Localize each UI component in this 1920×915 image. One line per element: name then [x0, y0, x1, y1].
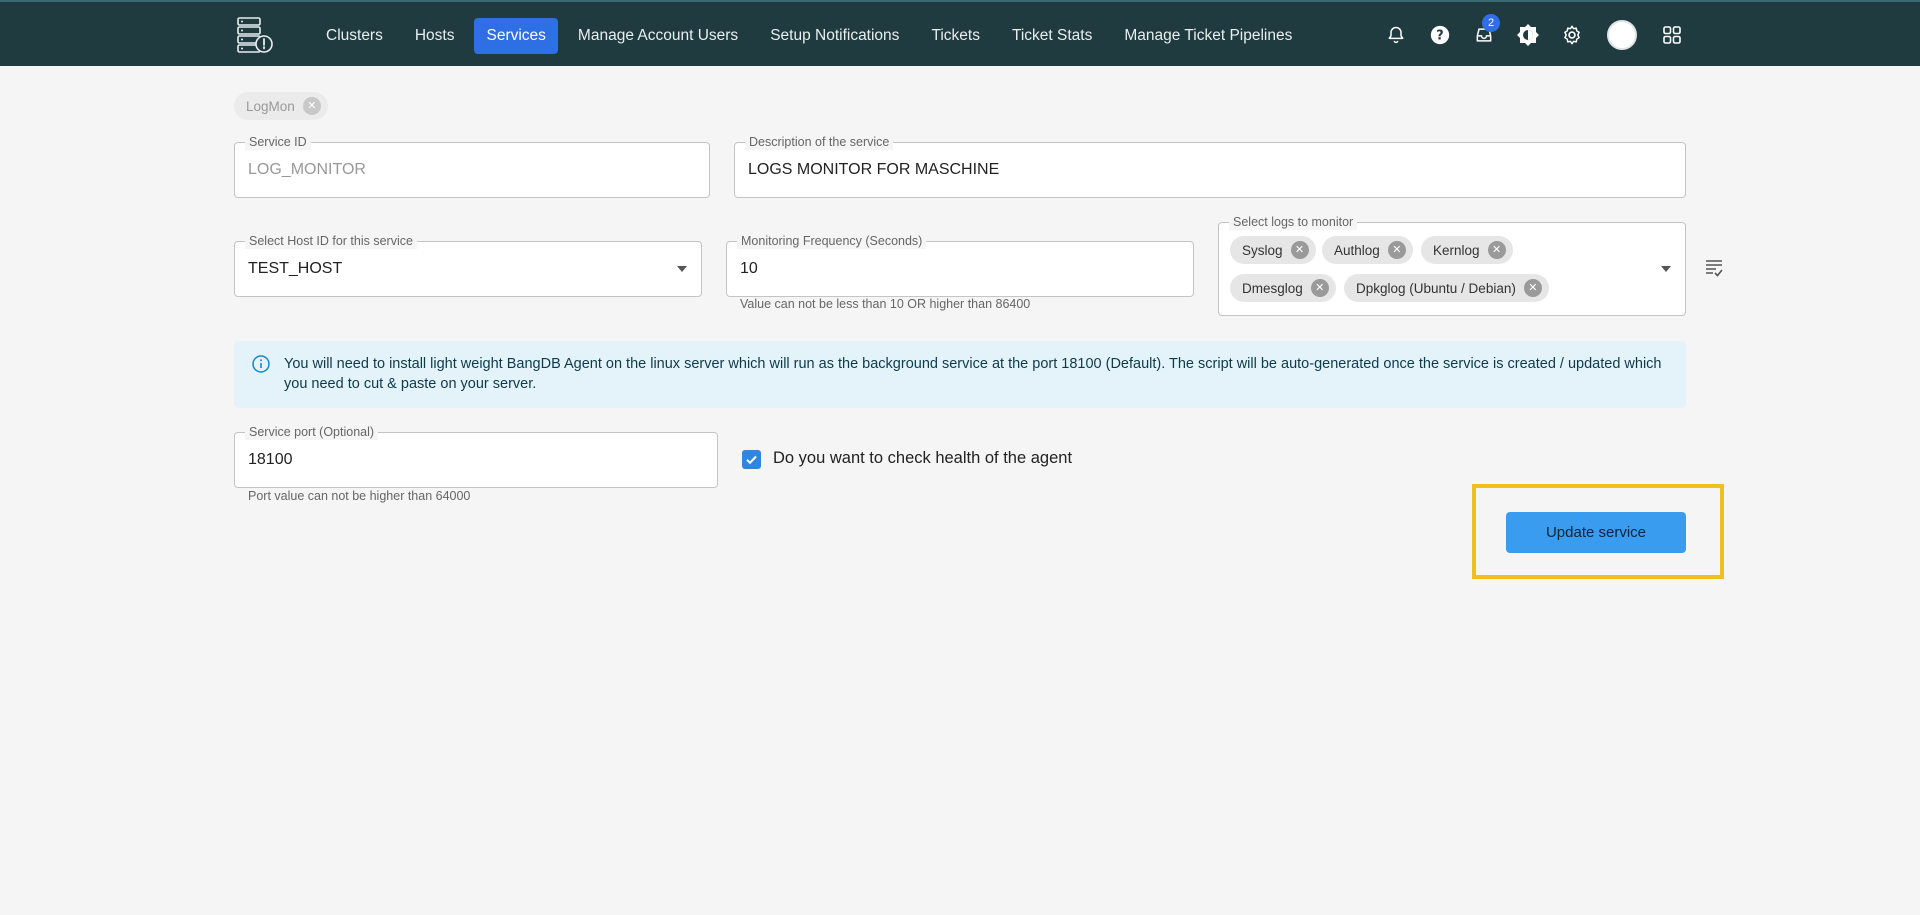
header-actions: ? 2	[1374, 14, 1694, 53]
service-port-field[interactable]: Service port (Optional) 18100	[234, 424, 718, 488]
service-id-value: LOG_MONITOR	[248, 161, 366, 178]
nav-setup-notifications[interactable]: Setup Notifications	[758, 18, 911, 54]
apps-grid-icon[interactable]	[1650, 17, 1694, 53]
log-chip-label: Syslog	[1242, 242, 1283, 258]
logs-label: Select logs to monitor	[1229, 214, 1358, 230]
theme-toggle-icon[interactable]	[1506, 17, 1550, 53]
frequency-field[interactable]: Monitoring Frequency (Seconds) 10	[726, 233, 1194, 297]
avatar[interactable]	[1594, 17, 1650, 53]
remove-chip-icon[interactable]: ✕	[1310, 279, 1329, 297]
log-chip-dpkglog[interactable]: Dpkglog (Ubuntu / Debian) ✕	[1344, 274, 1549, 302]
description-field[interactable]: Description of the service LOGS MONITOR …	[734, 134, 1686, 198]
agent-info-text: You will need to install light weight Ba…	[284, 356, 1662, 392]
nav-tickets[interactable]: Tickets	[919, 18, 992, 54]
agent-info-banner: You will need to install light weight Ba…	[234, 341, 1686, 408]
host-id-label: Select Host ID for this service	[245, 233, 417, 249]
top-navbar: Clusters Hosts Services Manage Account U…	[0, 0, 1920, 66]
inbox-icon[interactable]: 2	[1462, 14, 1506, 53]
list-checked-icon[interactable]	[1705, 258, 1723, 283]
info-icon	[252, 355, 270, 378]
inbox-badge: 2	[1482, 14, 1500, 32]
frequency-helper: Value can not be less than 10 OR higher …	[740, 297, 1031, 311]
service-chip: LogMon ✕	[234, 92, 328, 120]
nav-clusters[interactable]: Clusters	[314, 18, 395, 54]
log-chip-kernlog[interactable]: Kernlog ✕	[1421, 236, 1513, 264]
service-port-label: Service port (Optional)	[245, 424, 379, 440]
chevron-down-icon[interactable]	[677, 266, 687, 272]
gear-icon[interactable]	[1550, 17, 1594, 53]
service-id-label: Service ID	[245, 134, 311, 150]
frequency-value: 10	[740, 260, 758, 277]
log-chip-label: Kernlog	[1433, 242, 1480, 258]
remove-chip-icon[interactable]: ✕	[1523, 279, 1542, 297]
frequency-label: Monitoring Frequency (Seconds)	[737, 233, 927, 249]
log-chip-label: Authlog	[1334, 242, 1380, 258]
log-chip-authlog[interactable]: Authlog ✕	[1322, 236, 1413, 264]
nav-hosts[interactable]: Hosts	[403, 18, 467, 54]
log-chip-syslog[interactable]: Syslog ✕	[1230, 236, 1316, 264]
nav-manage-ticket-pipelines[interactable]: Manage Ticket Pipelines	[1112, 18, 1304, 54]
nav-manage-account-users[interactable]: Manage Account Users	[566, 18, 750, 54]
health-check-label[interactable]: Do you want to check health of the agent	[773, 449, 1072, 468]
description-label: Description of the service	[745, 134, 894, 150]
remove-chip-icon[interactable]: ✕	[1290, 241, 1309, 259]
service-port-helper: Port value can not be higher than 64000	[248, 489, 471, 503]
main-nav: Clusters Hosts Services Manage Account U…	[314, 18, 1304, 54]
app-logo-icon[interactable]	[234, 16, 274, 54]
log-chip-dmesglog[interactable]: Dmesglog ✕	[1230, 274, 1336, 302]
remove-chip-icon[interactable]: ✕	[1487, 241, 1506, 259]
update-service-button[interactable]: Update service	[1506, 512, 1686, 553]
remove-chip-icon: ✕	[302, 97, 321, 115]
health-check-checkbox[interactable]	[742, 450, 761, 469]
service-id-field: Service ID LOG_MONITOR	[234, 134, 710, 198]
svg-text:?: ?	[1436, 29, 1443, 44]
service-port-value: 18100	[248, 451, 293, 468]
chevron-down-icon[interactable]	[1661, 266, 1671, 272]
bell-icon[interactable]	[1374, 17, 1418, 53]
host-id-value: TEST_HOST	[248, 260, 343, 277]
log-chip-label: Dpkglog (Ubuntu / Debian)	[1356, 280, 1516, 296]
service-chip-label: LogMon	[246, 98, 295, 114]
description-value: LOGS MONITOR FOR MASCHINE	[748, 161, 1000, 178]
nav-ticket-stats[interactable]: Ticket Stats	[1000, 18, 1104, 54]
nav-services[interactable]: Services	[474, 18, 558, 54]
remove-chip-icon[interactable]: ✕	[1387, 241, 1406, 259]
help-icon[interactable]: ?	[1418, 17, 1462, 53]
log-chip-label: Dmesglog	[1242, 280, 1303, 296]
host-id-select[interactable]: Select Host ID for this service TEST_HOS…	[234, 233, 702, 297]
